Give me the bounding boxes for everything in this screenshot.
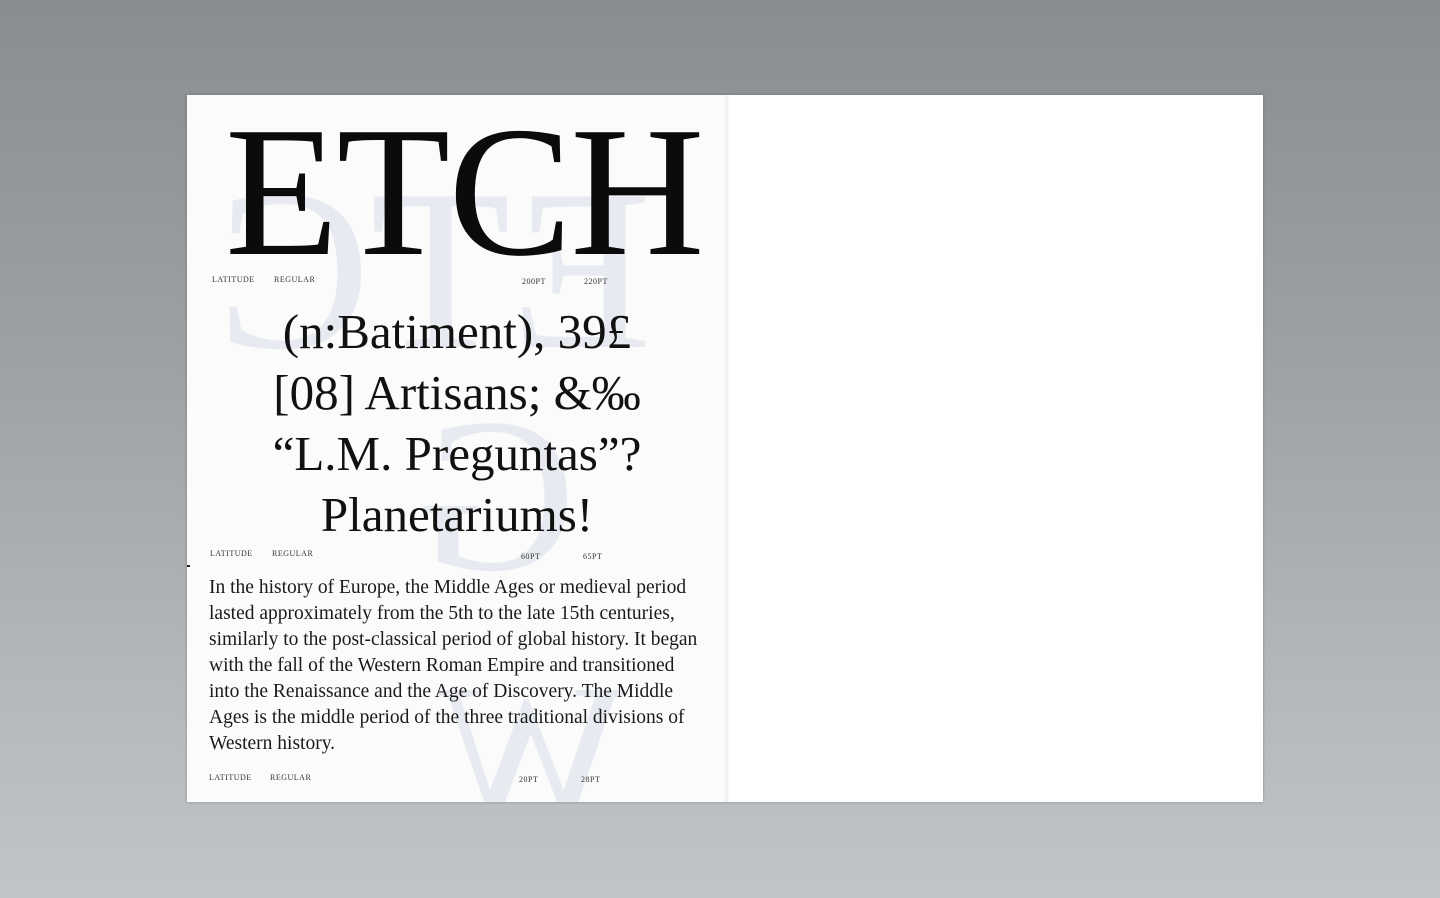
spine-gutter (724, 95, 730, 802)
booklet-spread: ETC G W ETCH LATITUDE REGULAR 200PT 220P… (187, 95, 1263, 802)
spec-size: 200PT (522, 277, 546, 286)
spec-leading: 65PT (583, 552, 603, 561)
spec-size: 20PT (519, 775, 539, 784)
spec-style: REGULAR (270, 773, 312, 782)
spec-leading: 28PT (581, 775, 601, 784)
left-page: ETC G W ETCH LATITUDE REGULAR 200PT 220P… (187, 95, 727, 802)
display-line: “L.M. Preguntas”? (272, 426, 642, 481)
spec-family: LATITUDE (210, 549, 253, 558)
display-line: Planetariums! (320, 487, 594, 542)
body-specimen: In the history of Europe, the Middle Age… (209, 577, 698, 754)
display-line: (n:Batiment), 39£ (282, 304, 632, 359)
crop-mark (187, 565, 190, 567)
display-specimen: (n:Batiment), 39£ [08] Artisans; &‰ “L.M… (207, 301, 707, 545)
spec-family: LATITUDE (209, 773, 252, 782)
spec-style: REGULAR (272, 549, 314, 558)
right-page-blank (727, 95, 1263, 802)
spec-leading: 220PT (584, 277, 608, 286)
spec-family: LATITUDE (212, 275, 255, 284)
display-line: [08] Artisans; &‰ (273, 365, 641, 420)
spec-size: 60PT (521, 552, 541, 561)
headline-specimen: ETCH (225, 95, 705, 295)
spec-style: REGULAR (274, 275, 316, 284)
